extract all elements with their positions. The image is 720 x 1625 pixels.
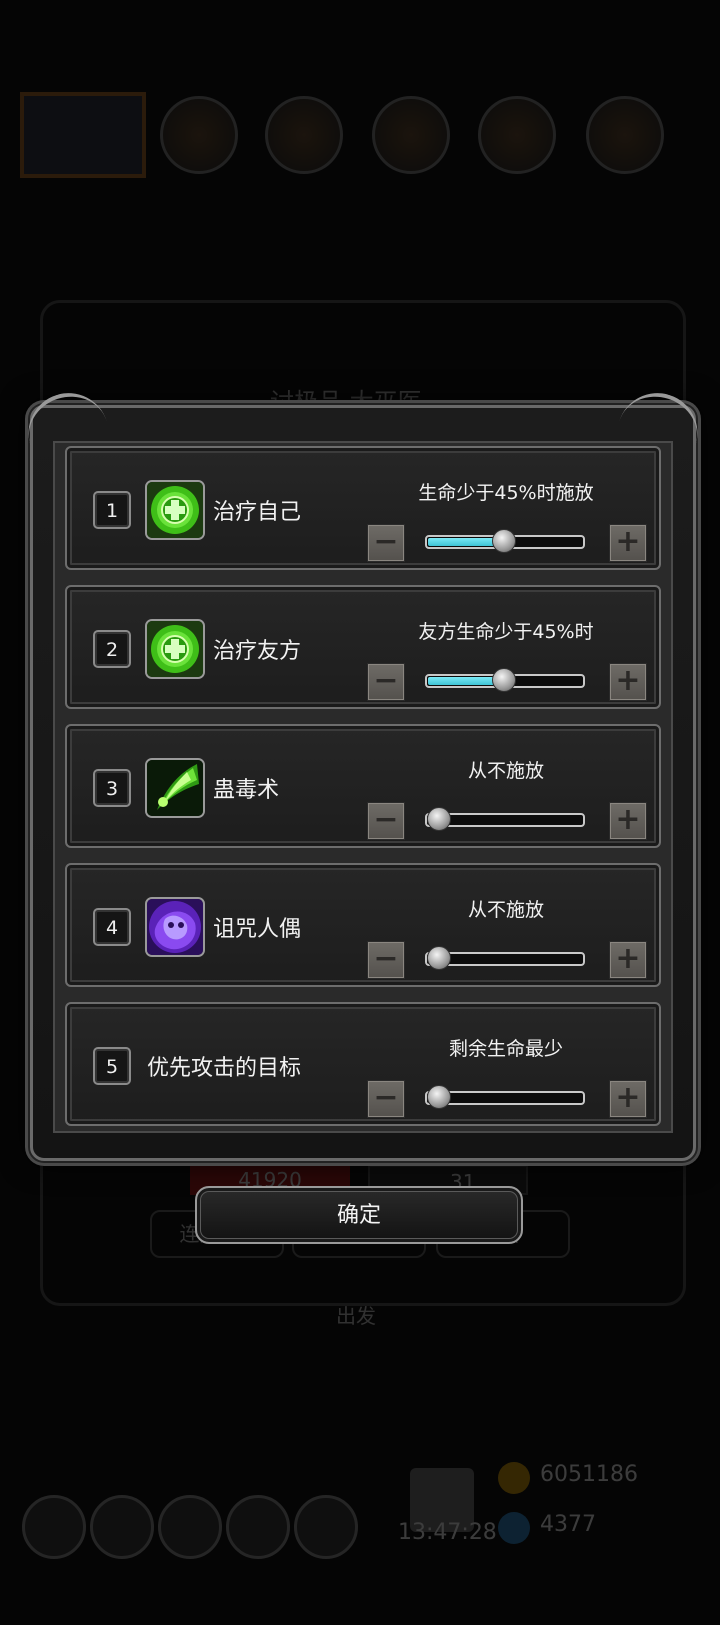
gem-icon [498, 1512, 530, 1544]
gold-amount: 6051186 [540, 1462, 638, 1487]
slider-knob[interactable] [427, 946, 451, 970]
menu-icon [294, 1495, 358, 1559]
decrease-button[interactable]: − [367, 663, 405, 701]
increase-button[interactable]: + [609, 802, 647, 840]
threshold-slider[interactable] [425, 529, 585, 553]
cast-condition-text: 从不施放 [467, 760, 544, 782]
bg-depart-label: 出发 [336, 1304, 376, 1328]
row-number-badge: 1 [93, 491, 131, 529]
skill-slot-icon [160, 96, 238, 174]
purple-curse-doll-icon [145, 897, 205, 957]
row-number-badge: 5 [93, 1047, 131, 1085]
slider-knob[interactable] [427, 807, 451, 831]
decrease-button[interactable]: − [367, 1080, 405, 1118]
cast-condition-text: 从不施放 [467, 899, 544, 921]
threshold-slider[interactable] [425, 807, 585, 831]
confirm-button[interactable]: 确定 [195, 1186, 523, 1244]
green-cross-heal-icon [145, 619, 205, 679]
skill-row-2: 2 治疗友方 友方生命少于45%时 − + [65, 585, 661, 709]
increase-button[interactable]: + [609, 524, 647, 562]
increase-button[interactable]: + [609, 1080, 647, 1118]
gold-coin-icon [498, 1462, 530, 1494]
slider-knob[interactable] [491, 668, 516, 692]
skill-slot-icon [372, 96, 450, 174]
slider-knob[interactable] [491, 529, 516, 553]
menu-icon [90, 1495, 154, 1559]
menu-icon [22, 1495, 86, 1559]
slider-knob[interactable] [427, 1085, 451, 1109]
hero-portrait [20, 92, 146, 178]
skill-name: 诅咒人偶 [213, 917, 302, 942]
timer-text: 13:47:28 [398, 1520, 497, 1545]
dialog-inner-frame: 1 治疗自己 生命少于45%时施放 − + 2 治疗友方 友方生命少于45%时 … [53, 441, 673, 1133]
target-condition-text: 剩余生命最少 [448, 1038, 563, 1060]
skill-row-4: 4 诅咒人偶 从不施放 − + [65, 863, 661, 987]
gem-amount: 4377 [540, 1512, 596, 1537]
target-priority-label: 优先攻击的目标 [147, 1056, 302, 1081]
skill-row-5: 5 优先攻击的目标 剩余生命最少 − + [65, 1002, 661, 1126]
skill-name: 治疗自己 [213, 500, 302, 525]
decrease-button[interactable]: − [367, 802, 405, 840]
increase-button[interactable]: + [609, 663, 647, 701]
skill-row-3: 3 蛊毒术 从不施放 − + [65, 724, 661, 848]
target-slider[interactable] [425, 1085, 585, 1109]
skill-slot-icon [586, 96, 664, 174]
skill-name: 蛊毒术 [213, 778, 280, 803]
cast-condition-text: 生命少于45%时施放 [418, 482, 594, 504]
increase-button[interactable]: + [609, 941, 647, 979]
green-poison-claw-icon [145, 758, 205, 818]
skill-settings-dialog: 1 治疗自己 生命少于45%时施放 − + 2 治疗友方 友方生命少于45%时 … [30, 405, 696, 1161]
skill-row-1: 1 治疗自己 生命少于45%时施放 − + [65, 446, 661, 570]
green-cross-heal-icon [145, 480, 205, 540]
menu-icon [158, 1495, 222, 1559]
threshold-slider[interactable] [425, 946, 585, 970]
decrease-button[interactable]: − [367, 524, 405, 562]
row-number-badge: 2 [93, 630, 131, 668]
threshold-slider[interactable] [425, 668, 585, 692]
row-number-badge: 3 [93, 769, 131, 807]
cast-condition-text: 友方生命少于45%时 [418, 621, 594, 643]
decrease-button[interactable]: − [367, 941, 405, 979]
skill-slot-icon [265, 96, 343, 174]
menu-icon [226, 1495, 290, 1559]
skill-slot-icon [478, 96, 556, 174]
row-number-badge: 4 [93, 908, 131, 946]
skill-name: 治疗友方 [213, 639, 302, 664]
